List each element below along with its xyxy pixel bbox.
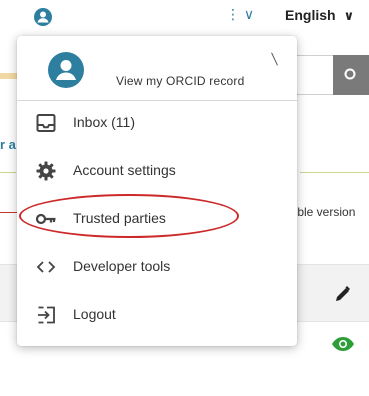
logout-icon (35, 304, 57, 326)
background-fragment (0, 73, 18, 79)
menu-item-label: Logout (73, 306, 116, 322)
topbar-avatar-icon[interactable] (34, 8, 52, 26)
divider (0, 172, 16, 173)
menu-item-label: Developer tools (73, 258, 171, 274)
view-orcid-record-link[interactable]: View my ORCID record (116, 74, 244, 88)
avatar-icon (48, 52, 84, 88)
language-select[interactable]: English ∨ (285, 7, 354, 24)
search-button[interactable] (333, 55, 369, 95)
menu-header[interactable]: View my ORCID record (17, 36, 297, 96)
menu-item-label: Inbox (11) (73, 114, 135, 130)
menu-item-label: Account settings (73, 162, 176, 178)
user-dropdown-menu: View my ORCID record Inbox (11) Account … (17, 36, 297, 346)
menu-item-logout[interactable]: Logout (17, 292, 297, 340)
annotation-line (0, 212, 17, 213)
user-menu-toggle[interactable]: ⋮ ∨ (226, 6, 254, 23)
search-icon (344, 68, 356, 80)
eye-icon[interactable] (331, 336, 355, 357)
pencil-icon[interactable] (333, 284, 353, 309)
menu-item-inbox[interactable]: Inbox (11) (17, 100, 297, 148)
inbox-icon (35, 112, 57, 134)
menu-item-account-settings[interactable]: Account settings (17, 148, 297, 196)
language-selected: English (285, 7, 336, 23)
divider (300, 172, 369, 173)
code-icon (35, 256, 57, 278)
background-link-fragment: r a (0, 137, 16, 152)
background-fragment (271, 52, 278, 66)
background-text-fragment: ıble version (294, 205, 356, 219)
annotation-highlight-ellipse (19, 194, 239, 238)
menu-item-developer-tools[interactable]: Developer tools (17, 244, 297, 292)
gear-icon (35, 160, 57, 182)
chevron-down-icon: ∨ (343, 8, 355, 23)
